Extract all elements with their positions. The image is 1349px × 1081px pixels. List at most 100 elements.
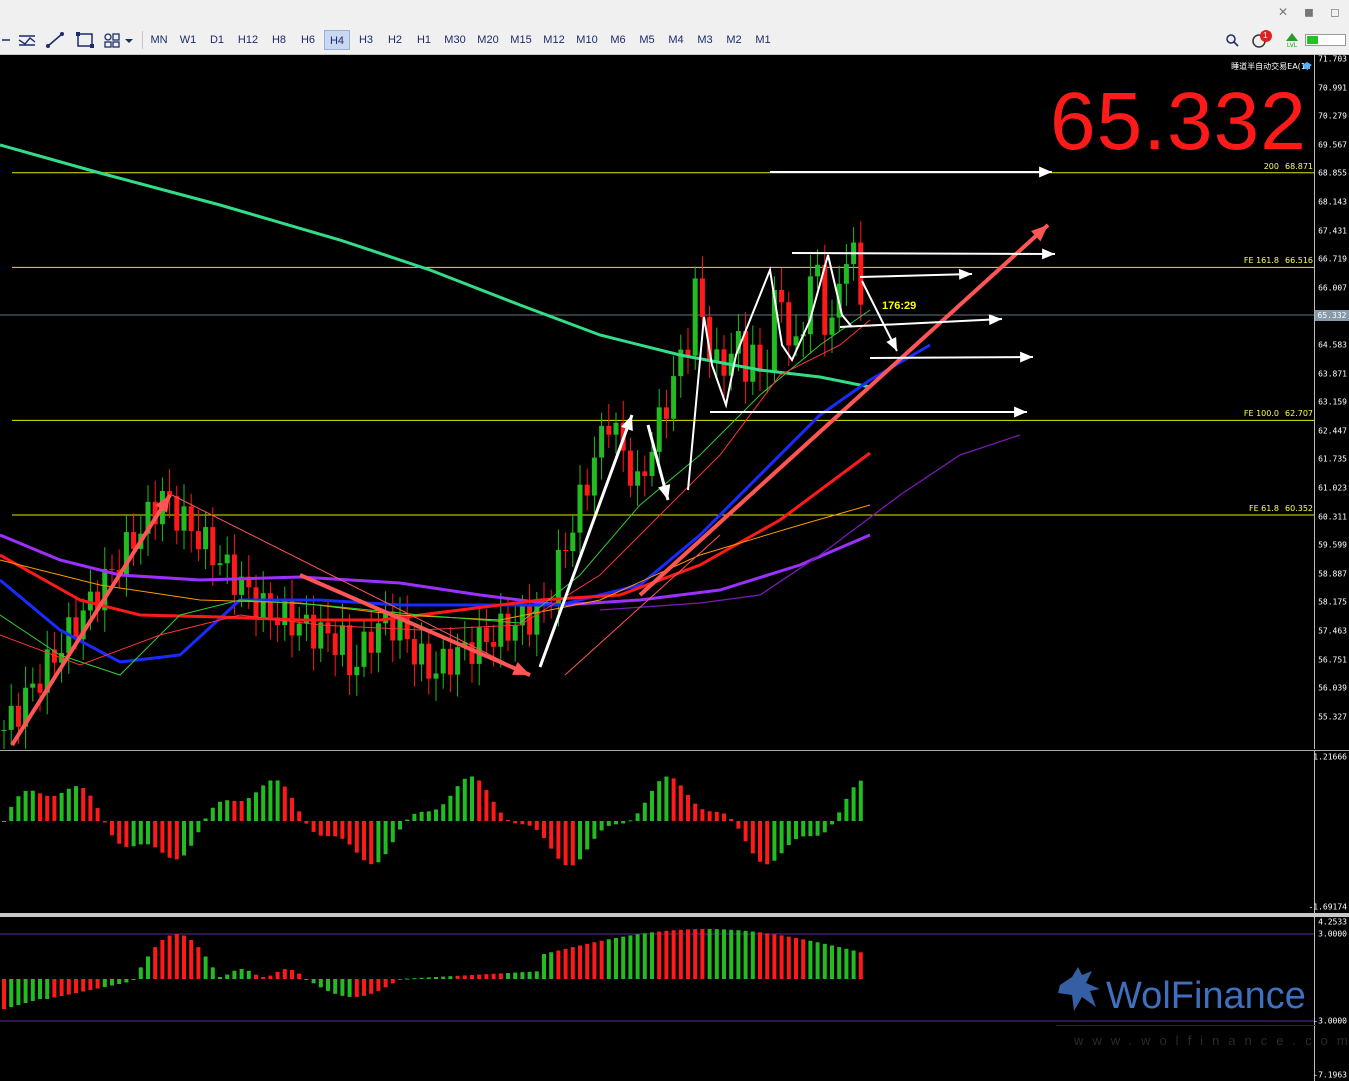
h-arrow-1618 [791,252,1056,255]
h-arrow-1-head [958,268,972,280]
candle-body [231,554,237,595]
osc1-bar [182,821,186,856]
osc1-bar [650,790,654,821]
rectangle-icon[interactable] [74,30,96,50]
timeframe-h8[interactable]: H8 [266,30,292,50]
notifications-icon[interactable]: 1 [1250,30,1274,50]
candle-body [267,593,273,618]
candle-body [296,623,302,636]
oscillator-pane-2[interactable]: 4.2533 3.0000 -3.0000 -7.1963 WolFinance… [0,917,1349,1081]
osc2-bar [722,929,726,979]
price-axis: 71.703 70.991 70.279 69.567 68.855 68.143 67.4… [1314,55,1349,749]
restore-icon[interactable]: ◼ [1303,5,1315,19]
timeframe-m1[interactable]: M1 [750,30,776,50]
candle-body [627,450,633,486]
timeframe-w1[interactable]: W1 [175,30,201,50]
osc2-bar [477,974,482,979]
candle-body [757,344,763,372]
maximize-icon[interactable]: ◻ [1329,5,1341,19]
osc1-bar [815,821,820,836]
osc1-bar [606,821,611,826]
osc2-bar [412,978,417,980]
timeframe-h3[interactable]: H3 [353,30,379,50]
osc1-bar [38,793,42,821]
timeframe-m30[interactable]: M30 [440,30,470,50]
trendline-icon[interactable] [44,30,66,50]
connection-status-bar[interactable] [1305,30,1347,50]
price-axis-label: 58.887 [1318,569,1347,579]
osc1-bar [9,806,14,821]
timeframe-h2[interactable]: H2 [382,30,408,50]
osc2-bar [808,940,813,979]
timeframe-h4[interactable]: H4 [324,30,350,50]
price-axis-label: 62.447 [1318,426,1347,436]
osc1-bar [851,787,856,821]
candle-body [188,506,194,532]
osc2-bar [426,977,431,979]
shapes-menu-button[interactable] [102,30,134,50]
osc1-bar [124,821,129,847]
osc1-bar [210,807,215,821]
osc2-bar [311,979,316,984]
osc1-bar [477,780,482,821]
price-axis-label: 71.703 [1318,54,1347,64]
osc1-bar [59,792,64,821]
osc2-bar [614,937,618,979]
timeframe-m5[interactable]: M5 [634,30,660,50]
candle-body [591,457,597,496]
price-axis-label: 70.279 [1318,111,1347,121]
osc1-bar [678,785,683,821]
search-icon[interactable] [1223,30,1241,50]
osc1-bar [779,821,784,854]
osc1-bar [513,821,518,824]
oscillator-pane-1[interactable]: 1.21666 -1.69174 [0,750,1349,913]
signal-level-icon[interactable]: LVL [1284,30,1300,50]
candle-body [447,648,453,675]
osc2-bar [707,929,712,979]
osc1-axis-bottom: -1.69174 [1308,902,1347,912]
candle-body [671,376,677,419]
crosshair-icon[interactable] [0,30,10,50]
osc1-bar [837,812,842,821]
timeframe-m12[interactable]: M12 [539,30,569,50]
timeframe-h6[interactable]: H6 [295,30,321,50]
osc2-bar [635,934,640,979]
candle-body [476,627,482,664]
osc1-bar [311,821,316,832]
candle-body [37,683,43,693]
close-chart-icon[interactable]: ✕ [1277,5,1289,19]
osc1-bar [81,787,86,821]
timeframe-m20[interactable]: M20 [473,30,503,50]
chart-area[interactable]: 71.703 70.991 70.279 69.567 68.855 68.143 67.4… [0,55,1349,1081]
osc1-bar [30,790,35,821]
timeframe-d1[interactable]: D1 [204,30,230,50]
osc2-bar [822,943,827,979]
timeframe-m15[interactable]: M15 [506,30,536,50]
osc2-bar [88,979,93,990]
h-arrow-1618-head [1042,248,1055,260]
timeframe-mn[interactable]: MN [146,30,172,50]
window-controls: ✕ ◼ ◻ [1277,5,1341,19]
timeframe-h1[interactable]: H1 [411,30,437,50]
osc1-bar [196,821,201,833]
timeframe-m2[interactable]: M2 [721,30,747,50]
timeframe-m4[interactable]: M4 [663,30,689,50]
osc1-bar [174,821,179,860]
h-arrow-3-head [1020,351,1033,363]
candle-body [577,484,583,533]
level-value: 68.871 [1285,161,1313,171]
price-axis-label: 64.583 [1318,340,1347,350]
osc2-bar [38,979,42,999]
timeframe-m3[interactable]: M3 [692,30,718,50]
osc2-bar [743,930,748,979]
osc2-bar [642,933,647,979]
indicators-icon[interactable] [16,30,38,50]
price-pane[interactable]: 71.703 70.991 70.279 69.567 68.855 68.143 67.4… [0,55,1349,749]
timeframe-m6[interactable]: M6 [605,30,631,50]
timeframe-m10[interactable]: M10 [572,30,602,50]
osc2-bar [599,940,604,979]
candle-body [325,622,331,634]
osc2-bar [146,956,150,979]
osc2-axis-bottom: -7.1963 [1313,1070,1347,1080]
timeframe-h12[interactable]: H12 [233,30,263,50]
